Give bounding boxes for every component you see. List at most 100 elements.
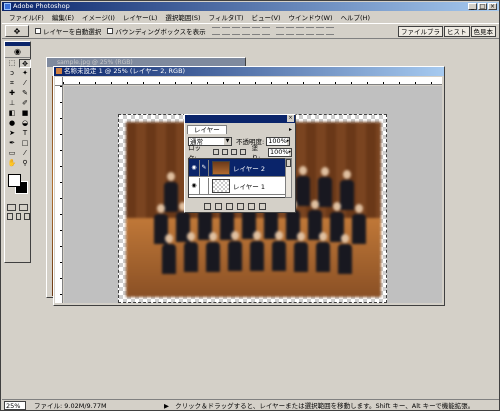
- lock-position-icon[interactable]: [230, 149, 237, 155]
- foreground-color[interactable]: [8, 174, 21, 187]
- quick-mask-icon[interactable]: [19, 204, 28, 211]
- distribute-right-icon[interactable]: [325, 27, 334, 35]
- palette-tab-swatches[interactable]: 色見本: [470, 26, 496, 37]
- type-tool-icon[interactable]: T: [19, 129, 31, 138]
- distribute-top-icon[interactable]: [275, 27, 284, 35]
- close-button[interactable]: ×: [488, 3, 497, 10]
- screen-mode-full-icon[interactable]: [24, 213, 31, 220]
- link-slot[interactable]: [199, 177, 209, 194]
- notes-tool-icon[interactable]: ▭: [6, 149, 18, 158]
- align-left-icon[interactable]: [241, 27, 250, 35]
- move-tool-icon[interactable]: ✥: [19, 59, 31, 68]
- close-palette-icon[interactable]: ×: [287, 115, 294, 122]
- ruler-origin[interactable]: [55, 77, 63, 86]
- eyedropper-tool-icon[interactable]: ⁄: [19, 149, 31, 158]
- menu-edit[interactable]: 編集(E): [48, 12, 78, 22]
- document-title-bar[interactable]: 名称未設定 1 @ 25% (レイヤー 2, RGB): [54, 67, 444, 76]
- align-bottom-icon[interactable]: [231, 27, 240, 35]
- scrollbar-thumb[interactable]: [286, 159, 291, 167]
- distribute-bottom-icon[interactable]: [295, 27, 304, 35]
- pen-tool-icon[interactable]: ✒: [6, 139, 18, 148]
- new-layer-icon[interactable]: [248, 202, 255, 210]
- hand-tool-icon[interactable]: ✋: [6, 159, 18, 168]
- zoom-tool-icon[interactable]: ⚲: [19, 159, 31, 168]
- tool-preset-picker[interactable]: ✥: [5, 25, 29, 37]
- menu-layer[interactable]: レイヤー(L): [119, 12, 162, 22]
- clone-stamp-tool-icon[interactable]: ⊥: [6, 99, 18, 108]
- tab-layers[interactable]: レイヤー: [187, 125, 227, 134]
- lasso-tool-icon[interactable]: ↄ: [6, 69, 18, 78]
- distribute-left-icon[interactable]: [305, 27, 314, 35]
- layers-scrollbar[interactable]: [285, 158, 292, 198]
- eye-icon[interactable]: ◉: [189, 164, 199, 171]
- blur-tool-icon[interactable]: ●: [6, 119, 18, 128]
- vertical-ruler[interactable]: [55, 86, 63, 303]
- menu-help[interactable]: ヘルプ(H): [337, 12, 374, 22]
- brush-tool-icon[interactable]: ✎: [19, 89, 31, 98]
- screen-mode-full-menu-icon[interactable]: [15, 213, 22, 220]
- slice-tool-icon[interactable]: ⁄: [19, 79, 31, 88]
- lock-pixels-icon[interactable]: [221, 149, 228, 155]
- standard-mode-icon[interactable]: [7, 204, 16, 211]
- status-bar: 25% ファイル: 9.02M/9.77M ▶ クリック＆ドラッグすると、レイヤ…: [2, 399, 499, 410]
- distribute-hcenter-icon[interactable]: [315, 27, 324, 35]
- adjustment-layer-icon[interactable]: [237, 202, 244, 210]
- person-figure: [250, 231, 264, 271]
- dodge-tool-icon[interactable]: ◒: [19, 119, 31, 128]
- menu-filter[interactable]: フィルタ(T): [205, 12, 248, 22]
- chevron-right-icon: ▸: [288, 148, 292, 156]
- lock-row: ロック: 塗り: 100% ▸: [188, 144, 292, 162]
- fill-field[interactable]: 100% ▸: [268, 147, 292, 157]
- palette-tab-file-browser[interactable]: ファイルブラ: [398, 26, 443, 37]
- layer-style-icon[interactable]: [204, 202, 211, 210]
- history-brush-tool-icon[interactable]: ✐: [19, 99, 31, 108]
- marquee-tool-icon[interactable]: ⬚: [6, 59, 18, 68]
- person-figure: [162, 234, 176, 274]
- auto-select-layer-checkbox[interactable]: レイヤーを自動選択: [35, 26, 101, 36]
- opacity-field[interactable]: 100% ▸: [266, 136, 291, 146]
- lock-transparency-icon[interactable]: [212, 149, 219, 155]
- person-figure: [294, 232, 308, 272]
- screen-mode-standard-icon[interactable]: [7, 213, 13, 220]
- menu-image[interactable]: イメージ(I): [78, 12, 119, 22]
- align-vcenter-icon[interactable]: [221, 27, 230, 35]
- layer-row-layer-1[interactable]: ◉ レイヤー 1: [189, 177, 285, 195]
- toolbox: ◉ ⬚ ✥ ↄ ✦ ⌗ ⁄ ✚ ✎ ⊥ ✐ ◧ ■ ● ◒ ➤ T ✒ □ ▭ …: [4, 41, 31, 263]
- maximize-button[interactable]: □: [478, 3, 487, 10]
- zoom-field[interactable]: 25%: [4, 400, 26, 410]
- file-size-info[interactable]: ファイル: 9.02M/9.77M: [34, 400, 144, 410]
- align-right-icon[interactable]: [261, 27, 270, 35]
- lock-all-icon[interactable]: [239, 149, 246, 155]
- align-top-icon[interactable]: [211, 27, 220, 35]
- menu-select[interactable]: 選択範囲(S): [161, 12, 204, 22]
- show-bounding-box-checkbox[interactable]: バウンディングボックスを表示: [107, 26, 206, 36]
- menu-view[interactable]: ビュー(V): [247, 12, 284, 22]
- eraser-tool-icon[interactable]: ◧: [6, 109, 18, 118]
- layer-row-layer-2[interactable]: ◉ ✎ レイヤー 2: [189, 159, 285, 177]
- shape-tool-icon[interactable]: □: [19, 139, 31, 148]
- align-hcenter-icon[interactable]: [251, 27, 260, 35]
- healing-brush-tool-icon[interactable]: ✚: [6, 89, 18, 98]
- palette-tab-history[interactable]: ヒスト: [444, 26, 470, 37]
- crop-tool-icon[interactable]: ⌗: [6, 79, 18, 88]
- menu-file[interactable]: ファイル(F): [5, 12, 48, 22]
- minimize-button[interactable]: _: [468, 3, 477, 10]
- layers-palette-title-bar[interactable]: ×: [185, 115, 295, 123]
- trash-icon[interactable]: [259, 202, 266, 210]
- adobe-online-icon[interactable]: ◉: [5, 46, 30, 58]
- path-selection-tool-icon[interactable]: ➤: [6, 129, 18, 138]
- person-figure: [352, 204, 366, 244]
- new-set-icon[interactable]: [226, 202, 233, 210]
- magic-wand-tool-icon[interactable]: ✦: [19, 69, 31, 78]
- move-icon: ✥: [13, 26, 21, 36]
- distribute-vcenter-icon[interactable]: [285, 27, 294, 35]
- layer-name: レイヤー 2: [233, 164, 266, 173]
- eye-icon[interactable]: ◉: [189, 182, 199, 189]
- horizontal-ruler[interactable]: [63, 77, 442, 85]
- menu-window[interactable]: ウインドウ(W): [285, 12, 337, 22]
- gradient-tool-icon[interactable]: ■: [19, 109, 31, 118]
- person-figure: [206, 232, 220, 272]
- brush-icon[interactable]: ✎: [199, 159, 209, 176]
- palette-menu-icon[interactable]: ▸: [289, 126, 292, 133]
- layer-mask-icon[interactable]: [215, 202, 222, 210]
